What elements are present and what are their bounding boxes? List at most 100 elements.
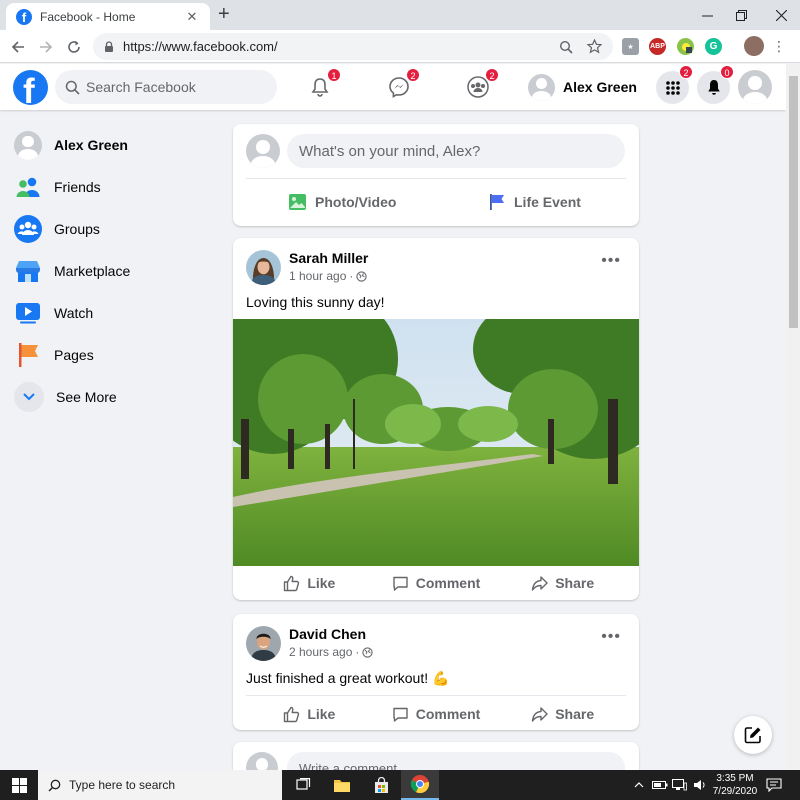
new-tab-button[interactable]: + — [218, 4, 230, 24]
like-button[interactable]: Like — [246, 699, 373, 729]
network-tray-icon[interactable] — [672, 770, 687, 800]
facebook-header: f 1 2 2 Alex Green 2 0 — [0, 64, 786, 110]
header-profile-link[interactable]: Alex Green — [528, 72, 637, 102]
groups-button[interactable]: 2 — [463, 68, 499, 102]
sidebar-item-label: Watch — [54, 305, 94, 321]
share-arrow-icon — [531, 706, 548, 723]
comment-bubble-icon — [392, 575, 409, 592]
chrome-icon — [410, 775, 430, 794]
zoom-icon[interactable] — [557, 38, 575, 56]
notifications-bell-button[interactable]: 1 — [305, 68, 341, 102]
store-bag-icon — [374, 776, 388, 793]
share-button[interactable]: Share — [499, 568, 626, 598]
post-options-icon[interactable]: ••• — [601, 252, 621, 270]
sidebar-item-see-more[interactable]: See More — [8, 376, 218, 418]
omnibox[interactable]: https://www.facebook.com/ — [93, 33, 613, 60]
post-text: Loving this sunny day! — [246, 294, 385, 310]
microsoft-store-app[interactable] — [362, 770, 400, 800]
life-event-button[interactable]: Life Event — [488, 188, 581, 216]
folder-icon — [334, 779, 350, 792]
file-explorer-app[interactable] — [323, 770, 361, 800]
restore-button[interactable] — [722, 0, 760, 30]
taskbar-search-box[interactable]: Type here to search — [38, 770, 282, 800]
clock-date: 7/29/2020 — [712, 786, 758, 797]
extension-badge-icon[interactable] — [677, 38, 694, 55]
meta-separator: · — [355, 645, 360, 659]
composer-avatar — [246, 134, 280, 168]
page-scrollbar-thumb[interactable] — [789, 76, 798, 328]
grammarly-extension-icon[interactable]: G — [705, 38, 722, 55]
reload-button[interactable] — [63, 36, 85, 58]
account-avatar-button[interactable] — [738, 70, 772, 104]
browser-profile-avatar[interactable] — [744, 36, 764, 56]
share-button[interactable]: Share — [499, 699, 626, 729]
tab-close-icon[interactable]: ✕ — [184, 9, 200, 25]
extension-star-icon[interactable]: ★ — [622, 38, 639, 55]
windows-start-button[interactable] — [0, 770, 38, 800]
sidebar-item-marketplace[interactable]: Marketplace — [8, 250, 218, 292]
facebook-favicon-icon: f — [16, 8, 32, 25]
sidebar-item-label: Friends — [54, 179, 101, 195]
post-author-avatar[interactable] — [246, 626, 281, 661]
composer-divider — [246, 178, 626, 179]
volume-tray-icon[interactable] — [693, 770, 707, 800]
url-text[interactable]: https://www.facebook.com/ — [123, 39, 547, 54]
share-label: Share — [555, 575, 595, 591]
clock-time: 3:35 PM — [716, 773, 754, 784]
sidebar-item-watch[interactable]: Watch — [8, 292, 218, 334]
left-sidebar: Alex Green Friends Groups Marketplace Wa… — [8, 124, 218, 418]
comment-button[interactable]: Comment — [373, 699, 500, 729]
battery-tray-icon[interactable] — [652, 770, 668, 800]
sidebar-item-groups[interactable]: Groups — [8, 208, 218, 250]
post-author-name[interactable]: Sarah Miller — [289, 250, 368, 266]
share-arrow-icon — [531, 575, 548, 592]
facebook-logo-icon[interactable]: f — [13, 70, 48, 105]
composer-input[interactable]: What's on your mind, Alex? — [287, 134, 625, 168]
action-center-button[interactable] — [766, 770, 782, 800]
search-bar[interactable] — [55, 70, 277, 104]
sidebar-item-pages[interactable]: Pages — [8, 334, 218, 376]
forward-button[interactable] — [35, 36, 57, 58]
header-avatar — [528, 73, 555, 101]
post-timestamp[interactable]: 1 hour ago — [289, 269, 346, 283]
browser-tab[interactable]: f Facebook - Home ✕ — [6, 3, 210, 30]
new-message-button[interactable] — [734, 716, 772, 754]
minimize-button[interactable] — [688, 0, 726, 30]
search-input[interactable] — [86, 79, 266, 95]
show-hidden-icons-button[interactable] — [634, 770, 644, 800]
comment-button[interactable]: Comment — [373, 568, 500, 598]
task-view-button[interactable] — [284, 770, 322, 800]
photo-icon — [288, 193, 307, 211]
chrome-app[interactable] — [401, 770, 439, 800]
sidebar-item-friends[interactable]: Friends — [8, 166, 218, 208]
post-author-name[interactable]: David Chen — [289, 626, 366, 642]
taskbar-clock[interactable]: 3:35 PM 7/29/2020 — [710, 772, 760, 798]
tab-title: Facebook - Home — [40, 9, 136, 24]
messenger-button[interactable]: 2 — [384, 68, 420, 102]
menu-badge: 2 — [679, 65, 693, 79]
sidebar-item-profile[interactable]: Alex Green — [8, 124, 218, 166]
share-label: Share — [555, 706, 595, 722]
windows-logo-icon — [11, 777, 27, 793]
sidebar-item-label: See More — [56, 389, 117, 405]
flag-icon — [488, 193, 506, 211]
notification-center-icon — [766, 778, 782, 792]
adblock-extension-icon[interactable]: ABP — [649, 38, 666, 55]
post-image-park[interactable] — [233, 319, 639, 566]
notifications-badge: 1 — [327, 68, 341, 82]
like-button[interactable]: Like — [246, 568, 373, 598]
menu-grid-button[interactable]: 2 — [656, 65, 693, 104]
close-window-button[interactable] — [762, 0, 800, 30]
compose-edit-icon — [744, 727, 761, 744]
post-timestamp[interactable]: 2 hours ago — [289, 645, 352, 659]
post-options-icon[interactable]: ••• — [601, 628, 621, 646]
comment-label: Comment — [415, 575, 481, 591]
alerts-bell-button[interactable]: 0 — [697, 65, 734, 104]
grid-menu-icon — [665, 80, 680, 95]
back-button[interactable] — [7, 36, 29, 58]
browser-menu-icon[interactable]: ⋮ — [772, 37, 786, 57]
post-author-avatar[interactable] — [246, 250, 281, 285]
bookmark-star-icon[interactable] — [585, 38, 603, 56]
photo-video-button[interactable]: Photo/Video — [288, 188, 396, 216]
chevron-up-icon — [634, 782, 644, 788]
